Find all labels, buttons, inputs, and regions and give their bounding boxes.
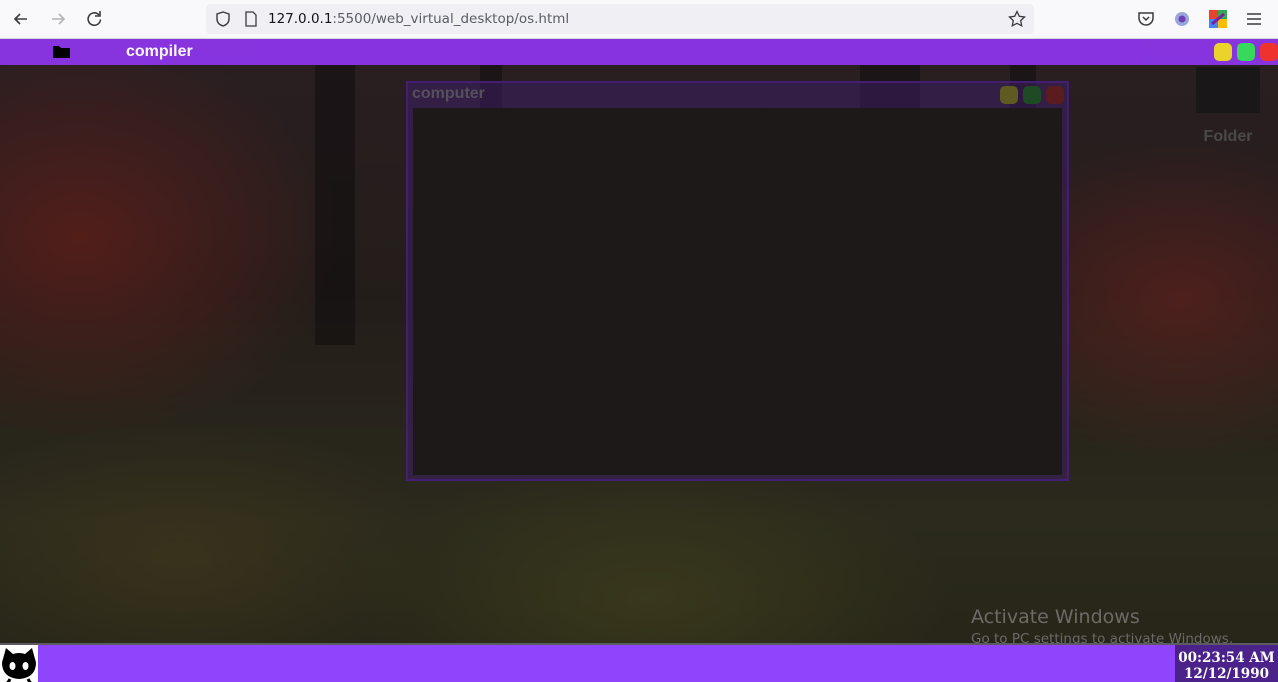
desktop-top-bar: compiler [0, 39, 1278, 65]
start-button[interactable] [0, 645, 38, 682]
maximize-button[interactable] [1237, 43, 1255, 61]
reload-icon[interactable] [83, 8, 105, 30]
window-minimize-button[interactable] [1000, 86, 1018, 104]
github-cat-icon [2, 648, 36, 682]
page-icon [242, 10, 260, 28]
menu-icon[interactable] [1244, 9, 1264, 29]
shield-icon[interactable] [214, 10, 232, 28]
window-close-button[interactable] [1046, 86, 1064, 104]
window-title: computer [412, 85, 485, 102]
window-content[interactable] [413, 108, 1062, 475]
window-maximize-button[interactable] [1023, 86, 1041, 104]
minimize-button[interactable] [1214, 43, 1232, 61]
background-tree [315, 65, 355, 345]
taskbar: 00:23:54 AM 12/12/1990 [0, 643, 1278, 682]
url-text: 127.0.0.1:5500/web_virtual_desktop/os.ht… [268, 11, 570, 27]
close-button[interactable] [1260, 43, 1278, 61]
back-icon[interactable] [10, 8, 32, 30]
computer-window[interactable]: computer [406, 81, 1069, 481]
clock-date: 12/12/1990 [1183, 666, 1269, 682]
active-app-title: compiler [126, 43, 193, 60]
extension-icon[interactable] [1172, 9, 1192, 29]
color-extension-icon[interactable] [1208, 9, 1228, 29]
pocket-icon[interactable] [1136, 9, 1156, 29]
clock[interactable]: 00:23:54 AM 12/12/1990 [1175, 645, 1278, 682]
desktop-folder-label[interactable]: Folder [1196, 128, 1260, 146]
forward-icon[interactable] [47, 8, 69, 30]
folder-icon[interactable] [53, 45, 70, 58]
browser-toolbar: 127.0.0.1:5500/web_virtual_desktop/os.ht… [0, 0, 1278, 39]
clock-time: 00:23:54 AM [1178, 650, 1275, 666]
bookmark-star-icon[interactable] [1008, 9, 1026, 28]
desktop-folder-icon[interactable] [1196, 67, 1260, 113]
address-bar[interactable]: 127.0.0.1:5500/web_virtual_desktop/os.ht… [206, 4, 1034, 34]
activate-windows-title: Activate Windows [971, 606, 1140, 628]
desktop: compiler Folder computer Activate Window… [0, 39, 1278, 682]
